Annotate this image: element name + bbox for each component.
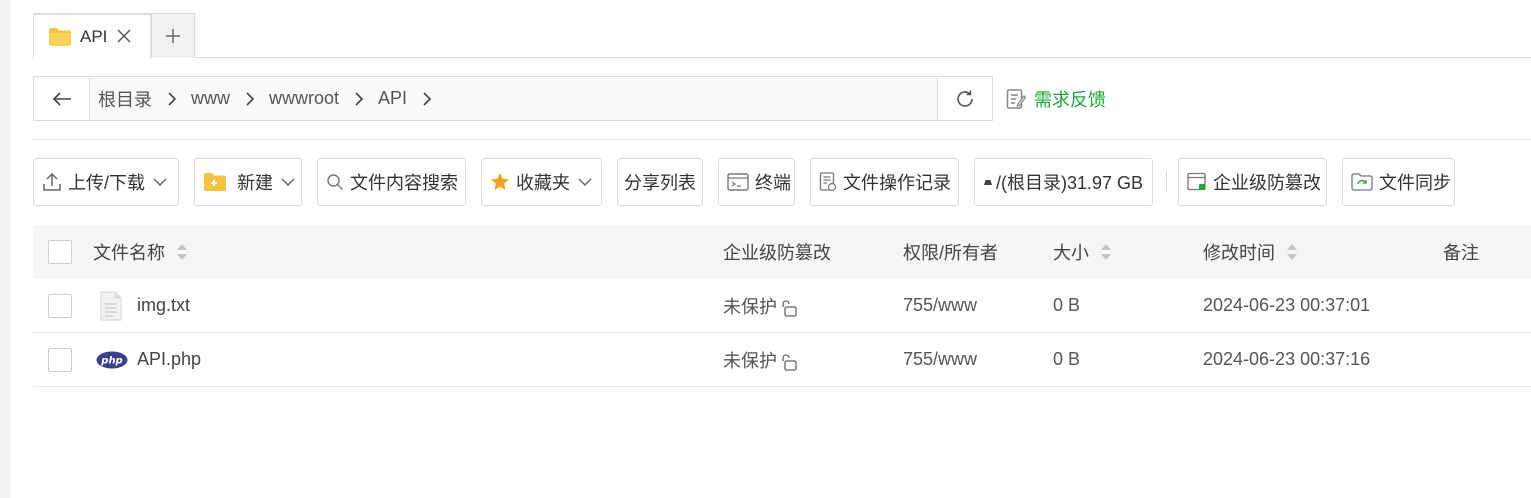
row-checkbox[interactable]	[48, 294, 72, 318]
tab-bar: API	[33, 13, 1531, 59]
share-list-label: 分享列表	[624, 173, 696, 193]
modified-time: 2024-06-23 00:37:01	[1203, 295, 1371, 315]
row-checkbox[interactable]	[48, 348, 72, 372]
operation-log-button[interactable]: 文件操作记录	[810, 158, 959, 206]
favorites-label: 收藏夹	[516, 173, 570, 193]
shield-window-icon	[1187, 172, 1207, 192]
file-size: 0 B	[1053, 295, 1081, 315]
file-name[interactable]: img.txt	[137, 295, 190, 316]
column-header-modified[interactable]: 修改时间	[1203, 239, 1299, 265]
tamper-proof-button[interactable]: 企业级防篡改	[1178, 158, 1327, 206]
select-all-checkbox[interactable]	[48, 240, 72, 264]
chevron-down-icon	[281, 177, 295, 187]
file-sync-button[interactable]: 文件同步	[1342, 158, 1455, 206]
disk-label: /(根目录)31.97 GB	[996, 173, 1144, 193]
divider	[33, 139, 1531, 140]
tamper-status: 未保护	[723, 293, 798, 319]
breadcrumb-item-api[interactable]: API	[378, 88, 407, 109]
sort-icon	[175, 242, 189, 262]
table-row[interactable]: php API.php 未保护 755/www 0 B 2024-06-23 0…	[33, 333, 1531, 387]
refresh-icon	[957, 90, 973, 107]
share-list-button[interactable]: 分享列表	[617, 158, 703, 206]
tamper-proof-label: 企业级防篡改	[1213, 173, 1321, 193]
content-search-button[interactable]: 文件内容搜索	[317, 158, 466, 206]
upload-download-label: 上传/下载	[68, 173, 146, 193]
breadcrumb-item-root[interactable]: 根目录	[98, 86, 152, 112]
operation-log-label: 文件操作记录	[843, 173, 951, 193]
breadcrumb: 根目录 www wwwroot API	[90, 77, 937, 120]
unlock-icon[interactable]	[780, 299, 798, 317]
arrow-left-icon	[52, 91, 71, 106]
log-file-icon	[819, 172, 837, 192]
star-icon	[490, 172, 510, 192]
disk-icon	[983, 178, 993, 186]
back-button[interactable]	[34, 77, 90, 120]
table-header: 文件名称 企业级防篡改 权限/所有者 大小 修改时间 备注	[33, 225, 1531, 279]
search-icon	[326, 173, 344, 191]
sync-folder-icon	[1351, 173, 1373, 191]
column-header-name[interactable]: 文件名称	[93, 239, 189, 265]
edit-note-icon	[1006, 89, 1026, 109]
file-sync-label: 文件同步	[1379, 173, 1451, 193]
chevron-right-icon	[246, 91, 255, 106]
tab-api[interactable]: API	[33, 13, 151, 59]
column-header-tamper: 企业级防篡改	[723, 243, 831, 263]
plus-icon	[166, 29, 180, 43]
left-strip	[0, 0, 10, 498]
column-header-size[interactable]: 大小	[1053, 239, 1113, 265]
file-name[interactable]: API.php	[137, 349, 201, 370]
column-size-label: 大小	[1053, 243, 1089, 263]
refresh-button[interactable]	[937, 77, 992, 120]
column-modified-label: 修改时间	[1203, 243, 1275, 263]
column-header-permission: 权限/所有者	[903, 243, 999, 263]
unlock-icon[interactable]	[780, 353, 798, 371]
tamper-status: 未保护	[723, 347, 798, 373]
permission-owner[interactable]: 755/www	[903, 295, 977, 316]
modified-time: 2024-06-23 00:37:16	[1203, 349, 1371, 369]
terminal-label: 终端	[755, 173, 791, 193]
terminal-icon	[727, 173, 749, 191]
address-bar: 根目录 www wwwroot API	[33, 76, 993, 121]
chevron-right-icon	[423, 91, 432, 106]
disk-button[interactable]: /(根目录)31.97 GB	[974, 158, 1153, 206]
file-size: 0 B	[1053, 349, 1081, 369]
terminal-button[interactable]: 终端	[718, 158, 795, 206]
column-name-label: 文件名称	[93, 243, 165, 263]
upload-icon	[42, 172, 62, 192]
tamper-status-label: 未保护	[723, 296, 777, 317]
tamper-status-label: 未保护	[723, 350, 777, 371]
text-file-icon	[99, 291, 123, 321]
add-tab-button[interactable]	[151, 13, 195, 58]
svg-text:php: php	[100, 355, 122, 366]
column-header-note: 备注	[1443, 243, 1479, 263]
folder-icon	[48, 27, 72, 47]
php-file-icon: php	[96, 351, 128, 369]
new-label: 新建	[237, 173, 273, 193]
close-icon[interactable]	[117, 27, 131, 48]
permission-owner[interactable]: 755/www	[903, 349, 977, 370]
chevron-right-icon	[168, 91, 177, 106]
breadcrumb-item-www[interactable]: www	[191, 88, 230, 109]
sort-icon	[1285, 242, 1299, 262]
content-search-label: 文件内容搜索	[350, 173, 458, 193]
chevron-right-icon	[355, 91, 364, 106]
toolbar-separator	[1166, 172, 1167, 192]
sort-icon	[1099, 242, 1113, 262]
feedback-label: 需求反馈	[1034, 90, 1106, 110]
table-row[interactable]: img.txt 未保护 755/www 0 B 2024-06-23 00:37…	[33, 279, 1531, 333]
chevron-down-icon	[153, 177, 167, 187]
upload-download-button[interactable]: 上传/下载	[33, 158, 179, 206]
feedback-link[interactable]: 需求反馈	[1006, 86, 1106, 112]
new-folder-icon	[203, 172, 227, 192]
favorites-button[interactable]: 收藏夹	[481, 158, 602, 206]
new-button[interactable]: 新建	[194, 158, 302, 206]
chevron-down-icon	[578, 177, 592, 187]
breadcrumb-item-wwwroot[interactable]: wwwroot	[269, 88, 339, 109]
tab-label: API	[80, 27, 108, 46]
